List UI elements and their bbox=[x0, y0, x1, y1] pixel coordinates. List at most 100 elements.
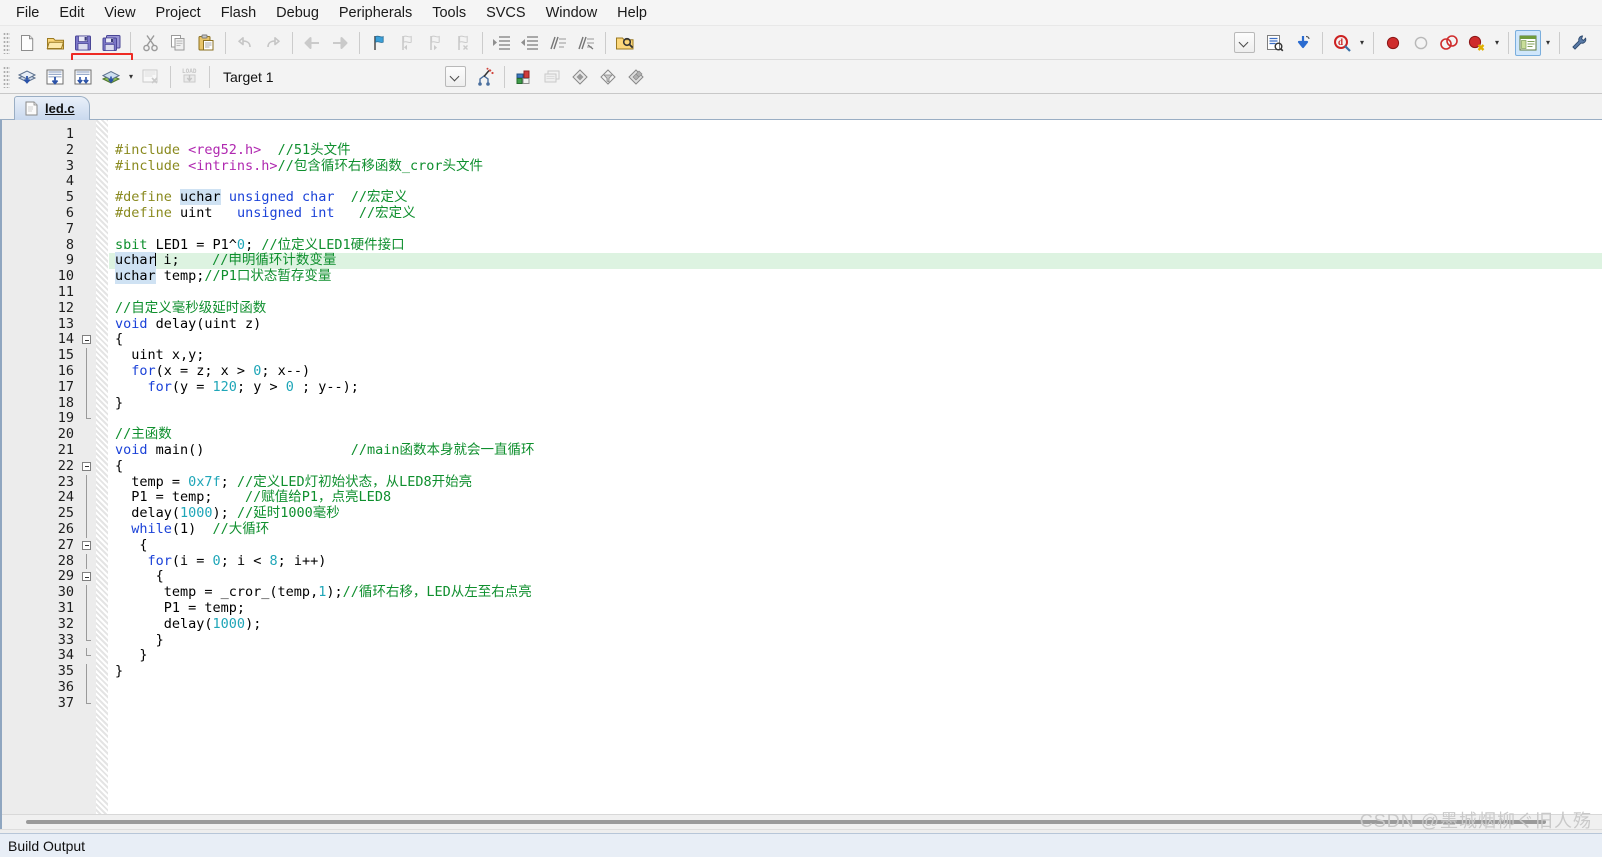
find-target-dropdown[interactable]: ▾ bbox=[1356, 30, 1368, 56]
code-line[interactable]: #define uchar unsigned char //宏定义 bbox=[109, 189, 1602, 206]
target-combo[interactable]: Target 1 bbox=[215, 66, 445, 88]
code-line[interactable]: } bbox=[109, 663, 1602, 680]
download-icon[interactable]: LOAD bbox=[177, 64, 203, 90]
code-folding-margin[interactable] bbox=[80, 120, 96, 814]
toolbar-grip[interactable] bbox=[3, 65, 10, 88]
code-line[interactable]: #define uint unsigned int //宏定义 bbox=[109, 205, 1602, 222]
code-line[interactable]: delay(1000); //延时1000毫秒 bbox=[109, 505, 1602, 522]
save-icon[interactable] bbox=[70, 30, 96, 56]
code-line[interactable]: void main() //main函数本身就会一直循环 bbox=[109, 442, 1602, 459]
target-options-icon[interactable] bbox=[472, 64, 498, 90]
code-line[interactable] bbox=[109, 680, 1602, 696]
code-line[interactable]: void delay(uint z) bbox=[109, 316, 1602, 333]
configure-toolbox-icon[interactable] bbox=[1262, 30, 1288, 56]
translate-icon[interactable] bbox=[14, 64, 40, 90]
code-line[interactable]: sbit LED1 = P1^0; //位定义LED1硬件接口 bbox=[109, 237, 1602, 254]
new-file-icon[interactable] bbox=[14, 30, 40, 56]
bookmark-next-icon[interactable] bbox=[422, 30, 448, 56]
project-window-toggle-icon[interactable] bbox=[1515, 29, 1541, 56]
code-line[interactable] bbox=[109, 174, 1602, 190]
code-line[interactable]: while(1) //大循环 bbox=[109, 521, 1602, 538]
copy-icon[interactable] bbox=[165, 30, 191, 56]
menu-item-svcs[interactable]: SVCS bbox=[476, 2, 536, 24]
editor-horizontal-scrollbar[interactable] bbox=[2, 814, 1602, 829]
code-line[interactable]: } bbox=[109, 632, 1602, 649]
configure-icon[interactable] bbox=[1566, 30, 1592, 56]
menu-item-view[interactable]: View bbox=[94, 2, 145, 24]
code-line[interactable]: #include <intrins.h>//包含循环右移函数_cror头文件 bbox=[109, 158, 1602, 175]
redo-icon[interactable] bbox=[260, 30, 286, 56]
code-line[interactable]: #include <reg52.h> //51头文件 bbox=[109, 142, 1602, 159]
source-browse-icon[interactable] bbox=[567, 64, 593, 90]
find-in-files-icon[interactable] bbox=[612, 30, 638, 56]
menu-item-file[interactable]: File bbox=[6, 2, 49, 24]
code-line[interactable] bbox=[109, 696, 1602, 712]
breakpoint-enable-icon[interactable] bbox=[1408, 30, 1434, 56]
breakpoint-disable-all-icon[interactable] bbox=[1436, 30, 1462, 56]
menu-item-project[interactable]: Project bbox=[146, 2, 211, 24]
save-all-icon[interactable] bbox=[98, 30, 124, 56]
fold-collapse-icon[interactable] bbox=[82, 335, 91, 345]
components-icon[interactable] bbox=[539, 64, 565, 90]
build-target-icon[interactable] bbox=[42, 64, 68, 90]
fold-marker[interactable] bbox=[80, 459, 96, 475]
editor-body[interactable]: 1 2 3 4 5 6 7 8 9 10 11 12 13 14 15 16 17 18 19 20 21 22 23 24 2… bbox=[2, 120, 1602, 814]
paste-icon[interactable] bbox=[193, 30, 219, 56]
menu-item-tools[interactable]: Tools bbox=[422, 2, 476, 24]
batch-build-icon[interactable] bbox=[98, 64, 124, 90]
project-window-dropdown[interactable]: ▾ bbox=[1542, 30, 1554, 56]
code-line[interactable]: { bbox=[109, 568, 1602, 585]
cut-icon[interactable] bbox=[137, 30, 163, 56]
multi-project-icon[interactable] bbox=[623, 64, 649, 90]
code-line[interactable]: for(i = 0; i < 8; i++) bbox=[109, 553, 1602, 570]
menu-item-edit[interactable]: Edit bbox=[49, 2, 94, 24]
code-line[interactable]: temp = _cror_(temp,1);//循环右移，LED从左至右点亮 bbox=[109, 584, 1602, 601]
forward-icon[interactable] bbox=[327, 30, 353, 56]
back-icon[interactable] bbox=[299, 30, 325, 56]
code-line[interactable]: delay(1000); bbox=[109, 616, 1602, 633]
code-line[interactable] bbox=[109, 285, 1602, 301]
code-line-current[interactable]: uchar i; //申明循环计数变量 bbox=[109, 252, 1602, 270]
fold-collapse-icon[interactable] bbox=[82, 572, 91, 582]
code-line[interactable]: } bbox=[109, 647, 1602, 664]
code-line[interactable]: P1 = temp; //赋值给P1，点亮LED8 bbox=[109, 489, 1602, 506]
toolbar-dropdown-button[interactable] bbox=[1234, 32, 1255, 53]
scrollbar-thumb[interactable] bbox=[26, 820, 1546, 824]
bookmark-toggle-icon[interactable] bbox=[366, 30, 392, 56]
rebuild-all-icon[interactable] bbox=[70, 64, 96, 90]
code-line[interactable]: { bbox=[109, 537, 1602, 554]
menu-item-peripherals[interactable]: Peripherals bbox=[329, 2, 422, 24]
open-file-icon[interactable] bbox=[42, 30, 68, 56]
uncomment-icon[interactable] bbox=[573, 30, 599, 56]
breakpoint-dropdown[interactable]: ▾ bbox=[1491, 30, 1503, 56]
menu-item-flash[interactable]: Flash bbox=[211, 2, 266, 24]
undo-icon[interactable] bbox=[232, 30, 258, 56]
comment-icon[interactable] bbox=[545, 30, 571, 56]
code-line[interactable]: { bbox=[109, 331, 1602, 348]
code-line[interactable]: P1 = temp; bbox=[109, 600, 1602, 617]
bookmark-clear-icon[interactable] bbox=[450, 30, 476, 56]
fold-collapse-icon[interactable] bbox=[82, 461, 91, 471]
code-line[interactable]: //主函数 bbox=[109, 426, 1602, 443]
breakpoint-kill-all-icon[interactable] bbox=[1464, 30, 1490, 56]
bookmark-prev-icon[interactable] bbox=[394, 30, 420, 56]
stop-build-icon[interactable] bbox=[138, 64, 164, 90]
project-manage-icon[interactable] bbox=[511, 64, 537, 90]
code-line[interactable]: temp = 0x7f; //定义LED灯初始状态，从LED8开始亮 bbox=[109, 474, 1602, 491]
code-line[interactable] bbox=[109, 127, 1602, 143]
code-line[interactable] bbox=[109, 411, 1602, 427]
code-line[interactable]: uchar temp;//P1口状态暂存变量 bbox=[109, 268, 1602, 285]
fold-marker[interactable] bbox=[80, 569, 96, 585]
target-select-dropdown[interactable] bbox=[445, 66, 466, 87]
fold-marker[interactable] bbox=[80, 332, 96, 348]
menu-item-debug[interactable]: Debug bbox=[266, 2, 329, 24]
build-output-panel[interactable]: Build Output bbox=[0, 833, 1602, 857]
code-line[interactable]: } bbox=[109, 395, 1602, 412]
menu-item-help[interactable]: Help bbox=[607, 2, 657, 24]
fold-collapse-icon[interactable] bbox=[82, 540, 91, 550]
debug-start-icon[interactable] bbox=[1290, 30, 1316, 56]
tab-led-c[interactable]: led.c bbox=[14, 96, 90, 120]
toolbar-grip[interactable] bbox=[3, 31, 10, 54]
find-target-icon[interactable]: d bbox=[1329, 30, 1355, 56]
indent-right-icon[interactable] bbox=[489, 30, 515, 56]
